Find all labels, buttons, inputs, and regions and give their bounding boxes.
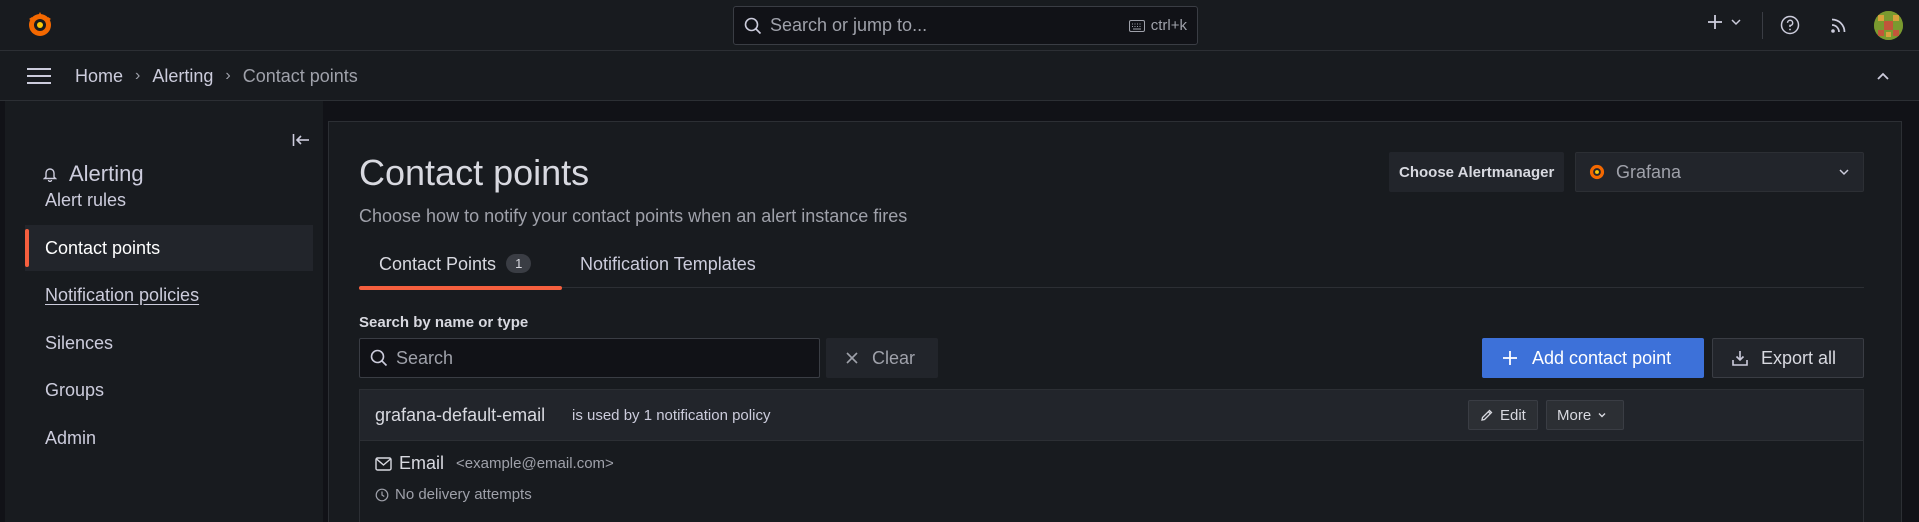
clock-icon (375, 488, 389, 501)
arrow-from-right-icon (292, 134, 309, 146)
integration-address: <example@email.com> (456, 455, 614, 472)
tab-count-badge: 1 (506, 254, 532, 273)
alertmanager-select-value: Grafana (1616, 161, 1682, 182)
tab-bar: Contact Points 1 Notification Templates (359, 254, 1864, 290)
breadcrumb-current: Contact points (242, 65, 358, 86)
contact-point-header: grafana-default-email is used by 1 notif… (360, 390, 1863, 441)
global-search-placeholder: Search or jump to... (770, 15, 928, 35)
tab-notification-templates[interactable]: Notification Templates (580, 254, 756, 288)
search-shortcut-text: ctrl+k (1150, 17, 1187, 34)
page-content: Contact points Choose how to notify your… (328, 121, 1902, 522)
add-contact-point-label: Add contact point (1532, 347, 1672, 368)
breadcrumb-alerting[interactable]: Alerting (152, 66, 213, 87)
section-nav: Alerting Alert rules Contact points Noti… (5, 101, 323, 522)
breadcrumb: Home › Alerting › Contact points (75, 51, 358, 101)
edit-button[interactable]: Edit (1468, 400, 1538, 430)
add-contact-point-button[interactable]: Add contact point (1482, 338, 1704, 378)
hamburger-menu-icon (27, 68, 51, 84)
global-search-input[interactable]: Search or jump to... ctrl+k (733, 6, 1198, 45)
undock-menu-button[interactable] (292, 132, 310, 148)
clear-button[interactable]: Clear (826, 338, 938, 378)
page-title: Contact points (359, 152, 590, 193)
integration-type: Email (399, 453, 445, 473)
export-all-label: Export all (1761, 347, 1837, 368)
chevron-down-icon (1839, 169, 1849, 176)
search-label: Search by name or type (359, 314, 529, 331)
menu-toggle-button[interactable] (27, 67, 51, 85)
keyboard-icon (1128, 19, 1145, 32)
tab-notification-templates-label: Notification Templates (580, 254, 756, 274)
sidebar-item-notification-policies[interactable]: Notification policies (25, 272, 313, 318)
collapse-header-button[interactable] (1875, 68, 1891, 84)
user-avatar[interactable] (1874, 11, 1903, 40)
clear-button-label: Clear (872, 347, 916, 368)
search-icon (370, 349, 388, 367)
breadcrumb-separator: › (135, 67, 141, 84)
close-icon (846, 352, 858, 364)
sidebar-item-admin[interactable]: Admin (25, 415, 313, 461)
tab-contact-points-label: Contact Points (379, 254, 497, 274)
plus-icon (1708, 15, 1722, 29)
plus-icon (1503, 351, 1517, 365)
sidebar-item-silences[interactable]: Silences (25, 320, 313, 366)
search-shortcut-hint: ctrl+k (1128, 17, 1187, 34)
new-menu-button[interactable] (1706, 13, 1743, 31)
pen-icon (1481, 409, 1493, 421)
contact-point-search (359, 338, 820, 378)
more-button-label: More (1557, 406, 1592, 424)
chevron-down-icon (1598, 413, 1606, 418)
page-subtitle: Choose how to notify your contact points… (359, 206, 908, 226)
help-button[interactable] (1780, 15, 1800, 35)
top-bar: Search or jump to... ctrl+k (0, 0, 1919, 51)
sidebar-item-contact-points[interactable]: Contact points (25, 225, 313, 271)
grafana-logo-icon[interactable] (26, 11, 54, 39)
breadcrumb-home[interactable]: Home (75, 66, 123, 87)
integration-row: Email <example@email.com> (375, 453, 614, 474)
topbar-divider (1762, 12, 1763, 39)
grafana-logo-icon (1589, 164, 1605, 180)
envelope-icon (375, 456, 392, 471)
contact-point-name: grafana-default-email (375, 405, 546, 425)
delivery-status: No delivery attempts (375, 486, 532, 503)
chevron-down-icon (1731, 19, 1741, 26)
search-input[interactable] (396, 347, 796, 369)
edit-button-label: Edit (1500, 406, 1526, 424)
contact-point-usage[interactable]: is used by 1 notification policy (572, 407, 770, 424)
tab-contact-points[interactable]: Contact Points 1 (359, 254, 562, 290)
rss-icon (1831, 18, 1846, 33)
breadcrumb-bar: Home › Alerting › Contact points (0, 51, 1919, 101)
alertmanager-label: Choose Alertmanager (1389, 152, 1565, 192)
delivery-status-text: No delivery attempts (395, 486, 532, 503)
news-button[interactable] (1829, 15, 1849, 35)
alertmanager-select[interactable]: Grafana (1575, 152, 1864, 192)
sidebar-item-groups[interactable]: Groups (25, 367, 313, 413)
breadcrumb-separator: › (225, 67, 231, 84)
help-icon (1780, 15, 1800, 35)
export-all-button[interactable]: Export all (1712, 338, 1864, 378)
chevron-up-icon (1877, 72, 1889, 80)
search-icon (744, 17, 762, 34)
contact-point-card: grafana-default-email is used by 1 notif… (359, 389, 1864, 522)
more-button[interactable]: More (1546, 400, 1624, 430)
sidebar-item-alert-rules[interactable]: Alert rules (25, 177, 313, 223)
download-icon (1732, 351, 1748, 366)
